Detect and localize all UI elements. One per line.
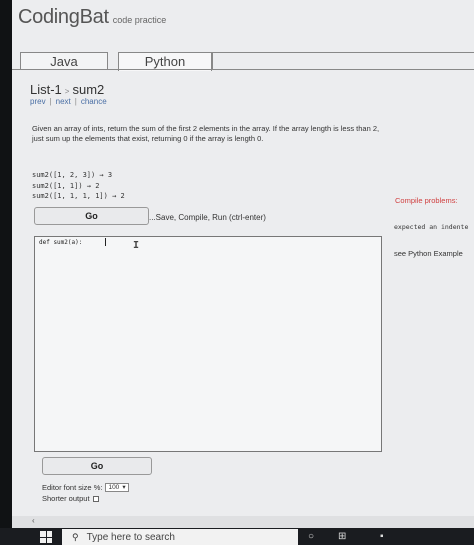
breadcrumb-problem: sum2	[72, 82, 105, 97]
example-line: sum2([1, 2, 3]) → 3	[32, 171, 113, 179]
taskbar-app-icon[interactable]: ▪	[380, 531, 384, 542]
shorter-output-option: Shorter output	[42, 494, 99, 503]
tab-spacer	[212, 52, 474, 70]
chance-link[interactable]: chance	[81, 97, 107, 106]
scroll-left-arrow-icon[interactable]: ‹	[32, 516, 35, 525]
breadcrumb: List-1 > sum2	[30, 82, 104, 97]
problem-nav: prev | next | chance	[30, 97, 107, 106]
font-size-select[interactable]: 100 ▾	[105, 483, 129, 492]
tab-java[interactable]: Java	[20, 52, 108, 70]
brand-tagline: code practice	[112, 15, 167, 25]
nav-separator: |	[74, 97, 77, 106]
font-size-option: Editor font size %: 100 ▾	[42, 483, 129, 492]
code-text[interactable]: def sum2(a):	[39, 239, 82, 246]
taskbar-search[interactable]: ⚲ Type here to search	[62, 529, 298, 545]
compile-problems-label: Compile problems:	[395, 196, 458, 205]
example-line: sum2([1, 1, 1, 1]) → 2	[32, 192, 125, 200]
page: CodingBat code practice Java Python List…	[12, 0, 474, 530]
breadcrumb-section[interactable]: List-1	[30, 82, 62, 97]
font-size-label: Editor font size %:	[42, 483, 103, 492]
search-icon: ⚲	[72, 531, 79, 542]
compile-error-text: expected an indente	[394, 223, 469, 231]
text-caret	[105, 238, 106, 246]
go-button-bottom[interactable]: Go	[42, 457, 152, 475]
examples: sum2([1, 2, 3]) → 3 sum2([1, 1]) → 2 sum…	[32, 170, 125, 202]
prev-link[interactable]: prev	[30, 97, 46, 106]
horizontal-scrollbar[interactable]: ‹	[12, 516, 474, 528]
brand[interactable]: CodingBat code practice	[18, 6, 166, 29]
dropdown-arrow-icon: ▾	[122, 483, 126, 491]
see-example-link[interactable]: see Python Example	[394, 249, 463, 258]
screen-bezel	[0, 0, 12, 530]
windows-start-icon[interactable]	[40, 531, 52, 543]
problem-description: Given an array of ints, return the sum o…	[32, 124, 380, 143]
next-link[interactable]: next	[56, 97, 71, 106]
cortana-icon[interactable]: ○	[308, 531, 314, 542]
tabs-divider	[12, 69, 474, 70]
code-editor[interactable]: def sum2(a): I	[34, 236, 382, 452]
task-view-icon[interactable]: ⊞	[338, 531, 346, 542]
search-placeholder: Type here to search	[86, 531, 175, 543]
go-button-top[interactable]: Go	[34, 207, 149, 225]
ibeam-cursor-icon: I	[133, 240, 140, 251]
shorter-output-label: Shorter output	[42, 494, 90, 503]
breadcrumb-separator: >	[64, 87, 70, 96]
brand-logo[interactable]: CodingBat	[18, 6, 109, 29]
run-hint: ...Save, Compile, Run (ctrl-enter)	[149, 213, 266, 222]
shorter-output-checkbox[interactable]	[92, 495, 99, 502]
taskbar: ⚲ Type here to search ○ ⊞ ▪	[0, 528, 474, 545]
nav-separator: |	[49, 97, 52, 106]
example-line: sum2([1, 1]) → 2	[32, 181, 100, 190]
font-size-value: 100	[108, 483, 120, 491]
